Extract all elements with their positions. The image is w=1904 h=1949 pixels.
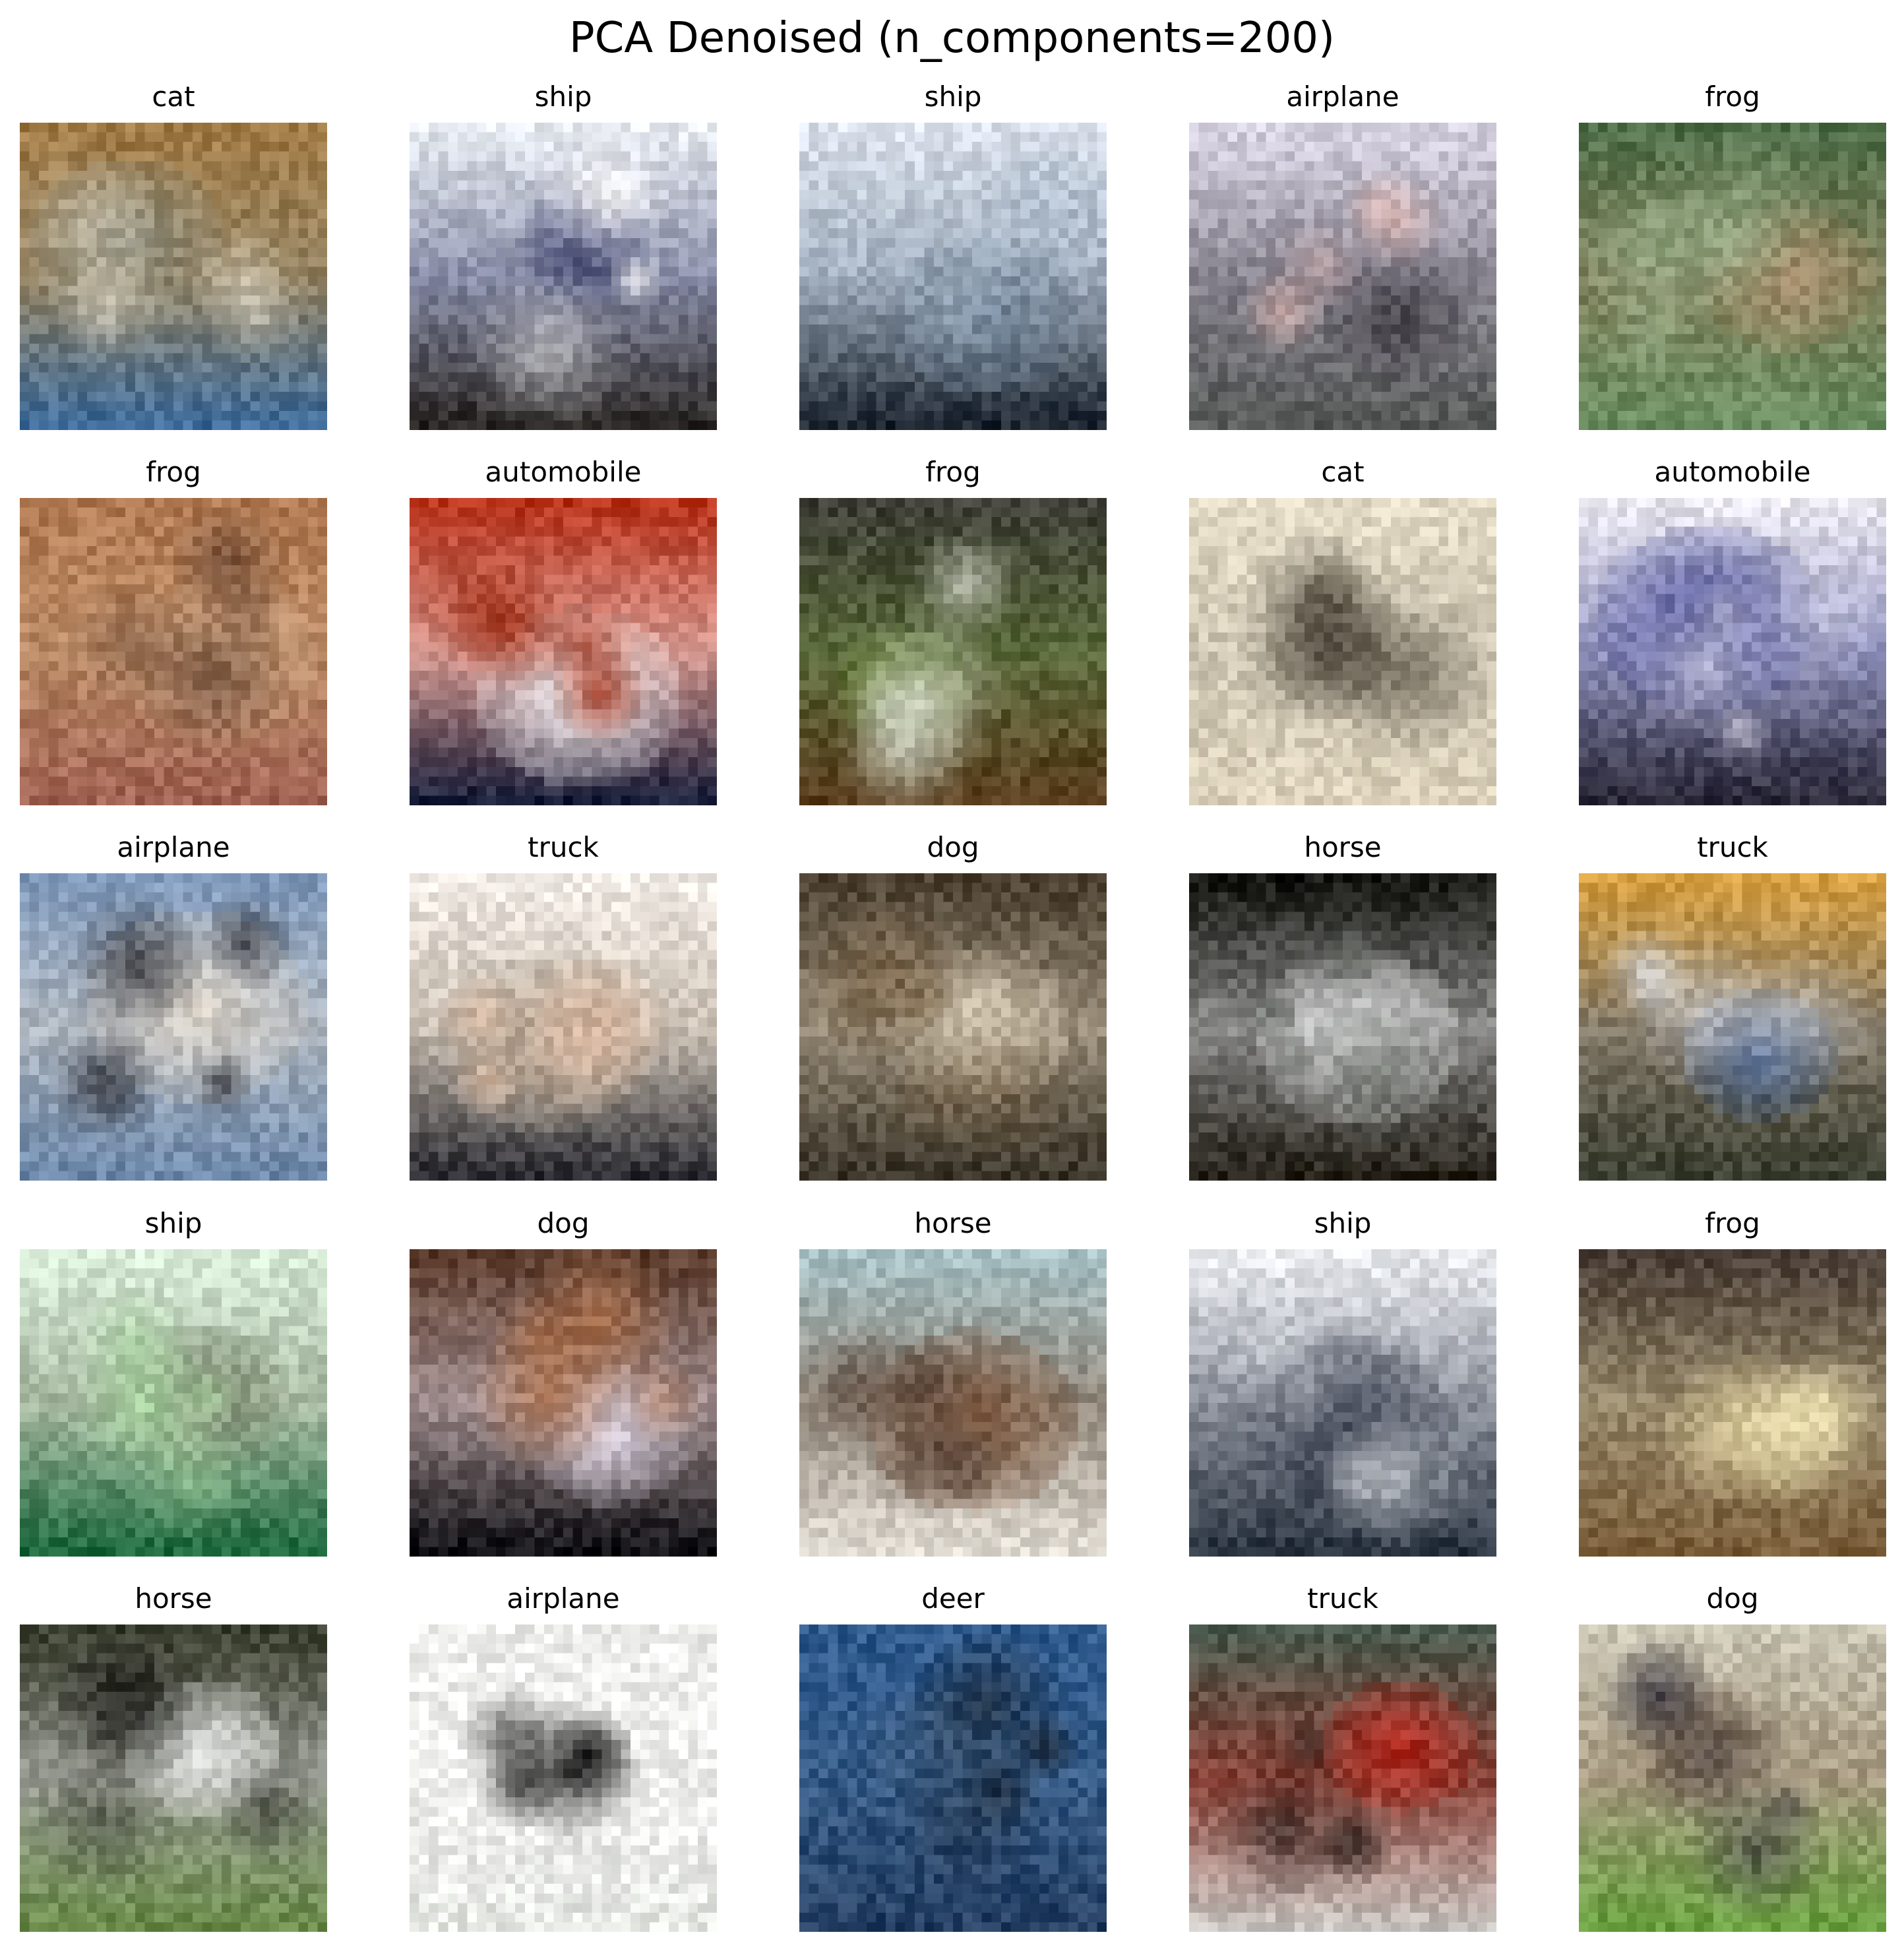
image-cell: ship — [20, 1208, 327, 1557]
image-cell: dog — [799, 832, 1107, 1181]
image-cell: cat — [20, 82, 327, 430]
denoised-image — [410, 123, 717, 430]
image-class-label: frog — [1579, 82, 1886, 112]
figure-page: { "title": "PCA Denoised (n_components=2… — [0, 0, 1904, 1949]
image-class-label: truck — [1579, 832, 1886, 863]
image-cell: dog — [1579, 1584, 1886, 1932]
image-cell: automobile — [410, 457, 717, 805]
image-class-label: ship — [1189, 1208, 1496, 1239]
image-class-label: ship — [410, 82, 717, 112]
denoised-image — [20, 123, 327, 430]
denoised-image — [20, 1624, 327, 1932]
image-class-label: cat — [1189, 457, 1496, 487]
image-cell: cat — [1189, 457, 1496, 805]
denoised-image — [1189, 498, 1496, 805]
image-cell: truck — [1189, 1584, 1496, 1932]
denoised-image — [799, 498, 1107, 805]
denoised-image — [410, 1249, 717, 1557]
image-class-label: horse — [1189, 832, 1496, 863]
image-class-label: dog — [799, 832, 1107, 863]
image-cell: frog — [799, 457, 1107, 805]
image-cell: frog — [1579, 82, 1886, 430]
image-class-label: automobile — [410, 457, 717, 487]
denoised-image — [410, 498, 717, 805]
denoised-image — [410, 1624, 717, 1932]
denoised-image — [20, 1249, 327, 1557]
image-cell: truck — [410, 832, 717, 1181]
denoised-image — [1189, 1249, 1496, 1557]
denoised-image — [1579, 123, 1886, 430]
denoised-image — [799, 1624, 1107, 1932]
image-class-label: horse — [20, 1584, 327, 1614]
image-cell: airplane — [1189, 82, 1496, 430]
image-cell: deer — [799, 1584, 1107, 1932]
image-class-label: airplane — [1189, 82, 1496, 112]
image-cell: automobile — [1579, 457, 1886, 805]
image-class-label: frog — [1579, 1208, 1886, 1239]
image-class-label: cat — [20, 82, 327, 112]
image-cell: truck — [1579, 832, 1886, 1181]
image-class-label: horse — [799, 1208, 1107, 1239]
denoised-image — [1189, 873, 1496, 1181]
image-class-label: airplane — [20, 832, 327, 863]
image-cell: horse — [1189, 832, 1496, 1181]
image-cell: frog — [1579, 1208, 1886, 1557]
image-class-label: truck — [1189, 1584, 1496, 1614]
image-class-label: dog — [410, 1208, 717, 1239]
image-class-label: frog — [20, 457, 327, 487]
image-cell: ship — [1189, 1208, 1496, 1557]
image-class-label: frog — [799, 457, 1107, 487]
denoised-image — [799, 123, 1107, 430]
denoised-image — [1579, 1624, 1886, 1932]
denoised-image — [1579, 498, 1886, 805]
figure-title: PCA Denoised (n_components=200) — [0, 9, 1904, 67]
image-cell: horse — [20, 1584, 327, 1932]
image-class-label: ship — [20, 1208, 327, 1239]
denoised-image — [799, 1249, 1107, 1557]
image-cell: airplane — [20, 832, 327, 1181]
denoised-image — [1189, 1624, 1496, 1932]
image-cell: ship — [410, 82, 717, 430]
image-cell: frog — [20, 457, 327, 805]
image-cell: ship — [799, 82, 1107, 430]
denoised-image — [20, 498, 327, 805]
image-class-label: automobile — [1579, 457, 1886, 487]
denoised-image — [1579, 873, 1886, 1181]
image-class-label: airplane — [410, 1584, 717, 1614]
denoised-image — [20, 873, 327, 1181]
image-cell: dog — [410, 1208, 717, 1557]
denoised-image — [1579, 1249, 1886, 1557]
denoised-image — [799, 873, 1107, 1181]
image-cell: horse — [799, 1208, 1107, 1557]
denoised-image — [1189, 123, 1496, 430]
image-class-label: truck — [410, 832, 717, 863]
image-class-label: dog — [1579, 1584, 1886, 1614]
image-cell: airplane — [410, 1584, 717, 1932]
image-class-label: ship — [799, 82, 1107, 112]
image-class-label: deer — [799, 1584, 1107, 1614]
denoised-image — [410, 873, 717, 1181]
